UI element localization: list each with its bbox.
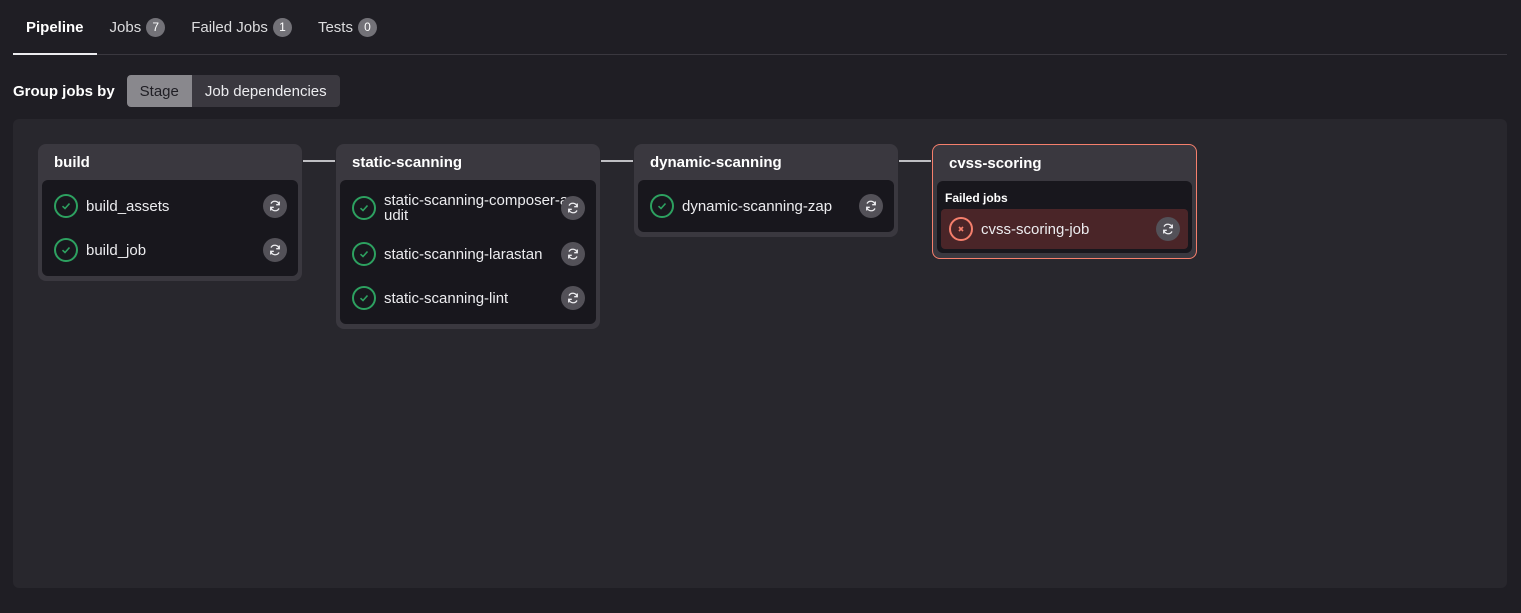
retry-icon[interactable] bbox=[561, 286, 585, 310]
retry-icon[interactable] bbox=[263, 194, 287, 218]
pipeline-tabs: Pipeline Jobs 7 Failed Jobs 1 Tests 0 bbox=[13, 0, 1507, 55]
job-name: static-scanning-lint bbox=[384, 289, 509, 307]
stage-build: build build_assets build_job bbox=[38, 144, 302, 281]
stage-cvss-scoring: cvss-scoring Failed jobs cvss-scoring-jo… bbox=[932, 144, 1197, 259]
tab-failed-jobs[interactable]: Failed Jobs 1 bbox=[178, 0, 305, 54]
pipeline-graph: build build_assets build_job static-scan… bbox=[13, 119, 1507, 588]
group-by-toggle: Stage Job dependencies bbox=[126, 75, 340, 107]
job-dynamic-scanning-zap[interactable]: dynamic-scanning-zap bbox=[638, 184, 894, 228]
tab-failed-jobs-label: Failed Jobs bbox=[191, 18, 268, 36]
job-static-scanning-composer-audit[interactable]: static-scanning-composer-audit bbox=[340, 184, 596, 232]
job-cvss-scoring-job[interactable]: cvss-scoring-job bbox=[941, 209, 1188, 249]
failed-status-icon bbox=[949, 217, 973, 241]
group-by-stage-button[interactable]: Stage bbox=[126, 75, 192, 107]
success-status-icon bbox=[650, 194, 674, 218]
success-status-icon bbox=[352, 286, 376, 310]
tab-tests-label: Tests bbox=[317, 18, 353, 36]
job-build-assets[interactable]: build_assets bbox=[42, 184, 298, 228]
stage-title: build bbox=[54, 153, 90, 171]
retry-icon[interactable] bbox=[561, 242, 585, 266]
retry-icon[interactable] bbox=[859, 194, 883, 218]
job-name: dynamic-scanning-zap bbox=[682, 197, 833, 215]
retry-icon[interactable] bbox=[263, 238, 287, 262]
stage-connector bbox=[303, 160, 335, 162]
stage-connector bbox=[601, 160, 633, 162]
group-by-job-dependencies-button[interactable]: Job dependencies bbox=[191, 75, 340, 107]
retry-icon[interactable] bbox=[561, 196, 585, 220]
job-name: build_assets bbox=[86, 197, 170, 215]
job-name: static-scanning-composer-audit bbox=[384, 192, 569, 224]
stage-jobs-list: build_assets build_job bbox=[42, 180, 298, 276]
stage-title: cvss-scoring bbox=[949, 154, 1042, 172]
group-jobs-by-label: Group jobs by bbox=[13, 82, 115, 100]
tab-jobs-count-badge: 7 bbox=[146, 17, 166, 37]
tab-jobs-label: Jobs bbox=[109, 18, 142, 36]
stage-connector bbox=[899, 160, 931, 162]
job-name: build_job bbox=[86, 241, 147, 259]
tab-failed-jobs-count-badge: 1 bbox=[272, 17, 292, 37]
job-name: cvss-scoring-job bbox=[981, 220, 1090, 238]
job-build-job[interactable]: build_job bbox=[42, 228, 298, 272]
success-status-icon bbox=[54, 238, 78, 262]
retry-icon[interactable] bbox=[1156, 217, 1180, 241]
tab-pipeline[interactable]: Pipeline bbox=[13, 0, 97, 55]
success-status-icon bbox=[352, 242, 376, 266]
group-jobs-by-control: Group jobs by Stage Job dependencies bbox=[13, 75, 340, 107]
tab-pipeline-label: Pipeline bbox=[26, 18, 84, 36]
tab-tests[interactable]: Tests 0 bbox=[305, 0, 390, 54]
stage-jobs-list: Failed jobs cvss-scoring-job bbox=[937, 181, 1192, 253]
job-name: static-scanning-larastan bbox=[384, 245, 543, 263]
job-static-scanning-larastan[interactable]: static-scanning-larastan bbox=[340, 232, 596, 276]
tab-tests-count-badge: 0 bbox=[357, 17, 377, 37]
success-status-icon bbox=[352, 196, 376, 220]
stage-dynamic-scanning: dynamic-scanning dynamic-scanning-zap bbox=[634, 144, 898, 237]
success-status-icon bbox=[54, 194, 78, 218]
stage-title: dynamic-scanning bbox=[650, 153, 782, 171]
stage-static-scanning: static-scanning static-scanning-composer… bbox=[336, 144, 600, 329]
failed-jobs-label: Failed jobs bbox=[945, 191, 1008, 205]
stage-title: static-scanning bbox=[352, 153, 463, 171]
stage-jobs-list: dynamic-scanning-zap bbox=[638, 180, 894, 232]
tab-jobs[interactable]: Jobs 7 bbox=[97, 0, 179, 54]
stage-jobs-list: static-scanning-composer-audit static-sc… bbox=[340, 180, 596, 324]
job-static-scanning-lint[interactable]: static-scanning-lint bbox=[340, 276, 596, 320]
